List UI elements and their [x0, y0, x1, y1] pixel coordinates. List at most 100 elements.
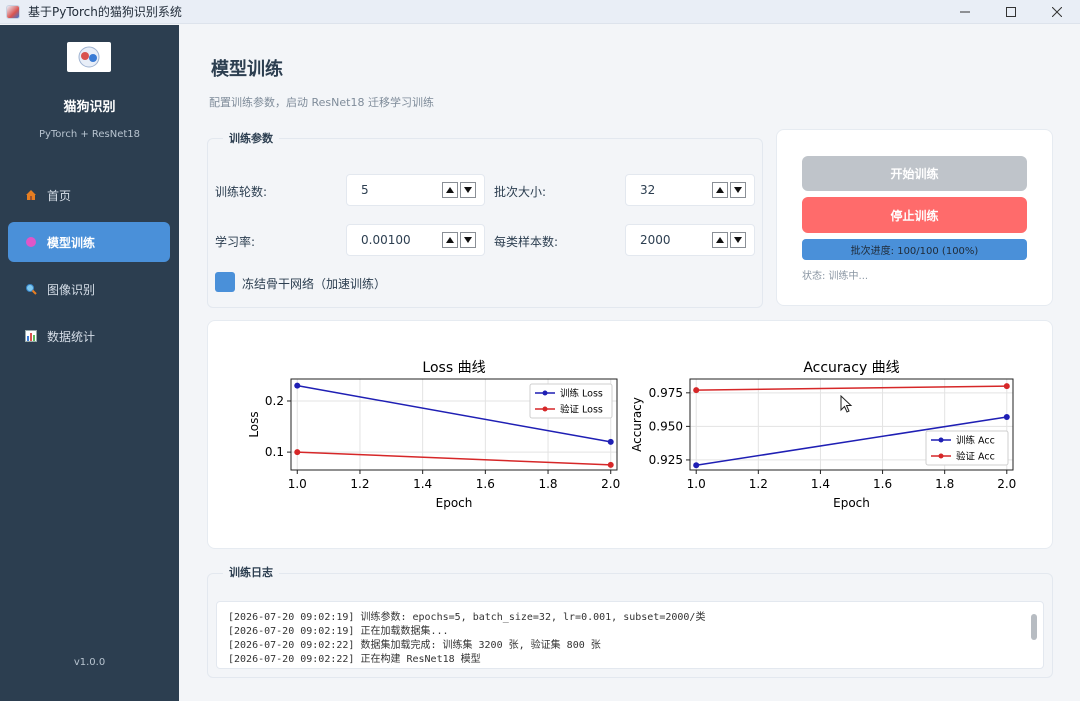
start-training-button[interactable]: 开始训练 — [802, 156, 1027, 191]
y-tick-label: 0.2 — [265, 394, 284, 408]
arrow-up-icon — [446, 187, 454, 193]
x-tick-label: 1.0 — [288, 477, 307, 491]
stop-training-button[interactable]: 停止训练 — [802, 197, 1027, 233]
x-tick-label: 1.4 — [811, 477, 830, 491]
epochs-spinbox[interactable]: 5 — [346, 174, 485, 206]
app-subtitle: PyTorch + ResNet18 — [38, 129, 141, 140]
status-text: 状态: 训练中... — [802, 271, 869, 282]
arrow-up-icon — [716, 187, 724, 193]
arrow-down-icon — [734, 237, 742, 243]
log-line: [2026-07-20 09:02:19] 正在加载数据集... — [228, 626, 449, 637]
sidebar-item-label: 数据统计 — [47, 329, 96, 344]
minimize-button[interactable] — [942, 0, 988, 24]
arrow-up-icon — [446, 237, 454, 243]
x-tick-label: 2.0 — [601, 477, 620, 491]
batch-spinbox[interactable]: 32 — [625, 174, 755, 206]
x-tick-label: 1.6 — [873, 477, 892, 491]
y-axis-label: Accuracy — [630, 397, 644, 452]
sidebar-item-label: 图像识别 — [47, 282, 96, 297]
close-button[interactable] — [1034, 0, 1080, 24]
samples-down-button[interactable] — [730, 232, 746, 248]
x-tick-label: 1.2 — [749, 477, 768, 491]
app-name: 猫狗识别 — [63, 100, 116, 115]
legend-label: 训练 Acc — [956, 435, 995, 447]
data-point — [1003, 383, 1010, 390]
lr-value: 0.00100 — [361, 233, 411, 247]
chart-title: Loss 曲线 — [422, 360, 485, 376]
mouse-cursor-icon — [840, 395, 853, 413]
window-title: 基于PyTorch的猫狗识别系统 — [28, 5, 182, 19]
batch-up-button[interactable] — [712, 182, 728, 198]
x-tick-label: 2.0 — [997, 477, 1016, 491]
x-tick-label: 1.4 — [413, 477, 432, 491]
sidebar-item-training[interactable]: 模型训练 — [8, 222, 170, 262]
lr-spinbox[interactable]: 0.00100 — [346, 224, 485, 256]
sidebar-item-label: 模型训练 — [47, 235, 96, 250]
legend-marker — [542, 390, 548, 396]
data-point — [693, 462, 700, 469]
samples-spinbox[interactable]: 2000 — [625, 224, 755, 256]
minimize-icon — [960, 11, 970, 13]
data-point — [607, 438, 614, 445]
x-tick-label: 1.8 — [935, 477, 954, 491]
log-line: [2026-07-20 09:02:19] 训练参数: epochs=5, ba… — [228, 612, 706, 623]
batch-progress-bar: 批次进度: 100/100 (100%) — [802, 239, 1027, 260]
arrow-down-icon — [464, 187, 472, 193]
home-icon — [24, 188, 38, 202]
data-point — [607, 461, 614, 468]
batch-value: 32 — [640, 183, 656, 197]
lr-label: 学习率: — [215, 235, 256, 249]
x-tick-label: 1.6 — [476, 477, 495, 491]
progress-text: 批次进度: 100/100 (100%) — [850, 246, 979, 257]
window-titlebar: 基于PyTorch的猫狗识别系统 — [0, 0, 1080, 24]
samples-label: 每类样本数: — [494, 235, 559, 249]
legend-marker — [938, 453, 944, 459]
lr-down-button[interactable] — [460, 232, 476, 248]
circle-icon — [24, 235, 38, 249]
x-tick-label: 1.8 — [538, 477, 557, 491]
logo-icon — [78, 46, 100, 68]
log-line: [2026-07-20 09:02:22] 数据集加载完成: 训练集 3200 … — [228, 640, 601, 651]
arrow-up-icon — [716, 237, 724, 243]
log-textarea[interactable]: [2026-07-20 09:02:19] 训练参数: epochs=5, ba… — [216, 601, 1044, 669]
legend-label: 训练 Loss — [560, 388, 603, 400]
y-tick-label: 0.1 — [265, 445, 284, 459]
epochs-down-button[interactable] — [460, 182, 476, 198]
samples-up-button[interactable] — [712, 232, 728, 248]
maximize-icon — [1006, 7, 1016, 17]
epochs-up-button[interactable] — [442, 182, 458, 198]
freeze-backbone-label: 冻结骨干网络（加速训练） — [242, 277, 387, 291]
legend-label: 验证 Acc — [956, 451, 995, 463]
params-group-title: 训练参数 — [223, 130, 279, 146]
arrow-down-icon — [734, 187, 742, 193]
sidebar-item-recognition[interactable]: 图像识别 — [8, 269, 170, 309]
lr-up-button[interactable] — [442, 232, 458, 248]
legend-marker — [542, 406, 548, 412]
y-axis-label: Loss — [247, 411, 261, 437]
magnifier-icon — [24, 282, 38, 296]
batch-label: 批次大小: — [494, 185, 547, 199]
sidebar: 猫狗识别 PyTorch + ResNet18 首页 模型训练 图像识别 数据统… — [0, 25, 179, 701]
sidebar-item-statistics[interactable]: 数据统计 — [8, 316, 170, 356]
sidebar-item-label: 首页 — [47, 188, 72, 203]
freeze-backbone-checkbox[interactable] — [215, 272, 235, 292]
page-title: 模型训练 — [211, 59, 283, 80]
epochs-value: 5 — [361, 183, 369, 197]
logo — [67, 42, 111, 72]
data-point — [294, 382, 301, 389]
close-icon — [1052, 7, 1062, 17]
y-tick-label: 0.950 — [649, 419, 683, 433]
maximize-button[interactable] — [988, 0, 1034, 24]
log-line: [2026-07-20 09:02:22] 正在构建 ResNet18 模型 — [228, 654, 481, 665]
data-point — [1003, 413, 1010, 420]
sidebar-item-home[interactable]: 首页 — [8, 175, 170, 215]
legend-marker — [938, 437, 944, 443]
chart-title: Accuracy 曲线 — [803, 360, 899, 376]
batch-down-button[interactable] — [730, 182, 746, 198]
samples-value: 2000 — [640, 233, 671, 247]
log-scrollbar[interactable] — [1031, 614, 1037, 640]
x-axis-label: Epoch — [436, 496, 473, 510]
x-tick-label: 1.0 — [687, 477, 706, 491]
arrow-down-icon — [464, 237, 472, 243]
window-controls — [942, 0, 1080, 24]
